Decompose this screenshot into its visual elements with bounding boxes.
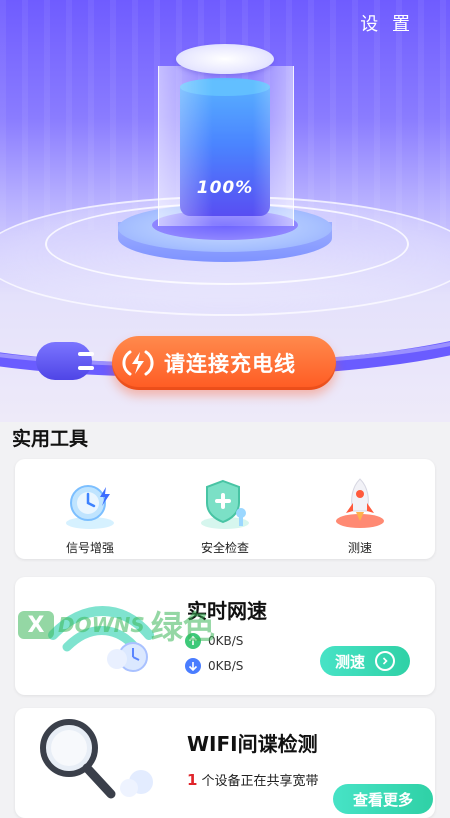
lightning-bolt-icon (118, 343, 158, 383)
speed-test-label: 测速 (334, 652, 365, 671)
security-shield-icon (201, 479, 249, 529)
battery-percent: 100% (196, 178, 254, 198)
wifi-spy-card: WIFI间谍检测 1 个设备正在共享宽带 查看更多 (15, 708, 435, 818)
tool-speed-test[interactable]: 测速 (305, 469, 415, 555)
connect-button-label: 请连接充电线 (164, 352, 296, 376)
shared-device-status: 1 个设备正在共享宽带 (187, 770, 318, 789)
view-more-label: 查看更多 (352, 790, 413, 809)
view-more-button[interactable]: 查看更多 (333, 784, 433, 814)
connect-charger-button[interactable]: 请连接充电线 (112, 336, 336, 390)
tool-security-check[interactable]: 安全检查 (170, 469, 280, 555)
chevron-right-icon (375, 651, 395, 671)
tool-label: 信号增强 (65, 541, 114, 555)
watermark-logo: X DOWNS 绿色 (18, 602, 215, 648)
device-text: 个设备正在共享宽带 (201, 774, 319, 789)
magnifier-icon (40, 719, 153, 799)
download-rate-value: 0KB/S (208, 659, 244, 673)
speed-test-button[interactable]: 测速 (320, 646, 410, 676)
tools-section-title: 实用工具 (12, 428, 89, 450)
battery-hero: 设 置 100% 请连接充电线 (0, 0, 450, 422)
settings-button[interactable]: 设 置 (360, 10, 414, 36)
download-arrow-icon (185, 658, 201, 674)
tool-signal-boost[interactable]: 信号增强 (35, 469, 145, 555)
download-rate: 0KB/S (185, 658, 243, 674)
signal-boost-icon (66, 485, 114, 529)
tool-label: 安全检查 (200, 541, 249, 555)
device-count: 1 (187, 771, 198, 789)
tool-label: 测速 (347, 541, 372, 555)
rocket-icon (336, 478, 384, 528)
battery-cap (176, 44, 274, 74)
tools-card: 信号增强 安全检查 测速 (15, 459, 435, 559)
plug-icon (36, 342, 94, 380)
wifi-card-title: WIFI间谍检测 (187, 732, 318, 756)
battery-glass (158, 66, 294, 226)
